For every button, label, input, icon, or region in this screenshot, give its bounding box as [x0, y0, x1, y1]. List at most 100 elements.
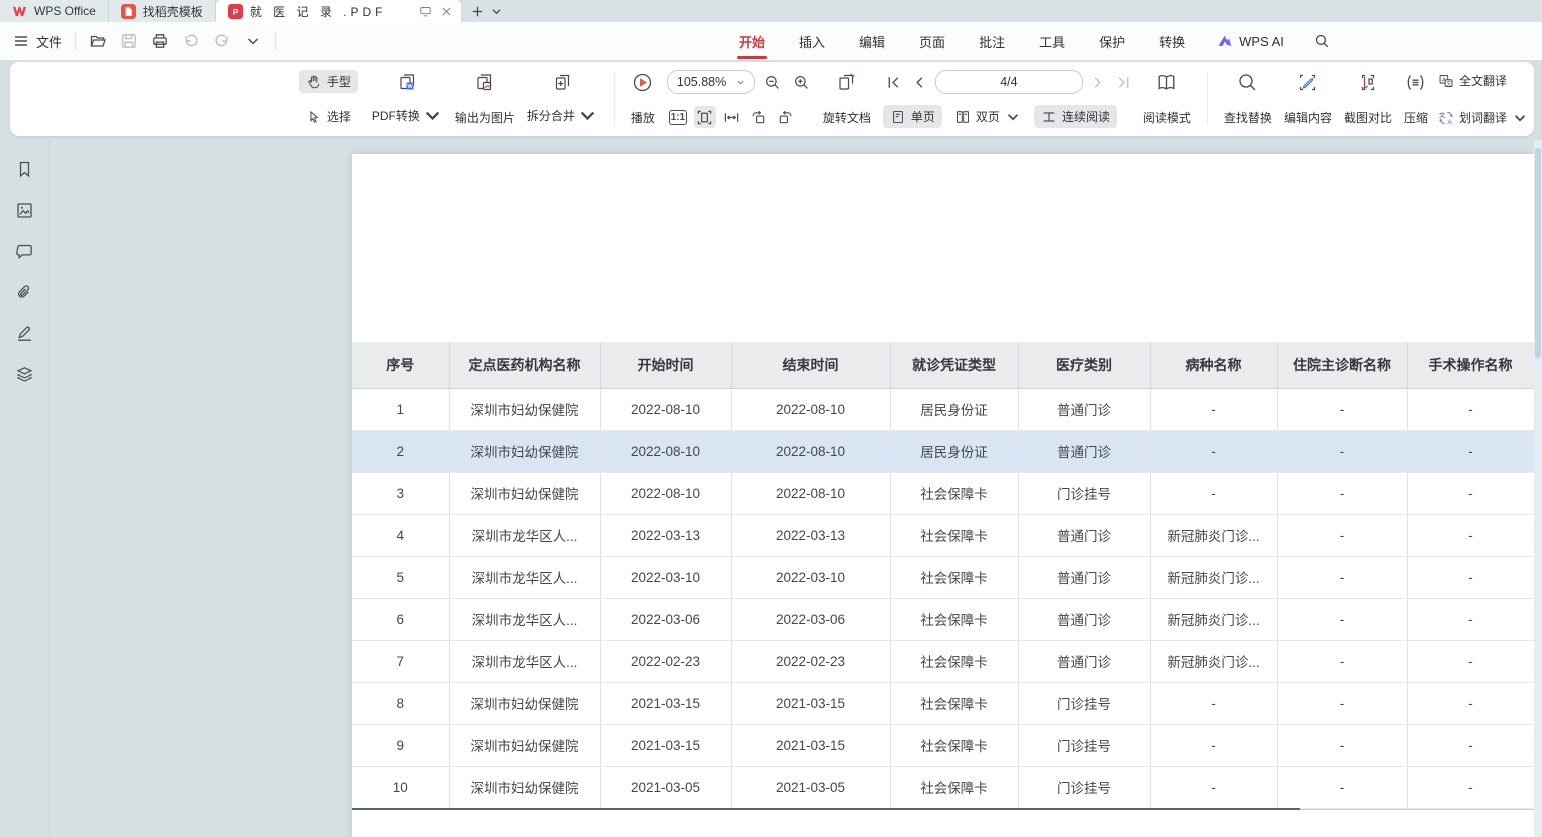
vertical-scrollbar[interactable]: [1534, 140, 1542, 837]
attachment-icon[interactable]: [15, 283, 34, 302]
select-tool-button[interactable]: 选择: [299, 105, 358, 128]
table-cell: 9: [352, 724, 449, 766]
table-bottom-border-light: [1300, 809, 1534, 810]
search-icon[interactable]: [1314, 33, 1330, 49]
hand-tool-button[interactable]: 手型: [299, 70, 358, 93]
menu-item-page[interactable]: 页面: [917, 22, 947, 60]
table-row[interactable]: 4深圳市龙华区人...2022-03-132022-03-13社会保障卡普通门诊…: [352, 514, 1534, 556]
next-page-button[interactable]: [1087, 71, 1109, 93]
table-cell: 2021-03-15: [600, 682, 731, 724]
tab-document-pdf[interactable]: P 就 医 记 录 .PDF: [216, 0, 462, 22]
table-row[interactable]: 10深圳市妇幼保健院2021-03-052021-03-05社会保障卡门诊挂号-…: [352, 766, 1534, 808]
new-tab-button[interactable]: [461, 0, 513, 22]
table-row[interactable]: 1深圳市妇幼保健院2022-08-102022-08-10居民身份证普通门诊--…: [352, 388, 1534, 430]
single-page-button[interactable]: 单页: [883, 105, 942, 128]
table-row[interactable]: 6深圳市龙华区人...2022-03-062022-03-06社会保障卡普通门诊…: [352, 598, 1534, 640]
chevron-down-icon: [422, 105, 443, 126]
screenshot-compare-button[interactable]: 截图对比: [1338, 70, 1398, 128]
open-file-icon[interactable]: [89, 32, 107, 50]
bookmark-icon[interactable]: [15, 160, 34, 179]
menu-item-tools[interactable]: 工具: [1037, 22, 1067, 60]
table-cell: -: [1407, 682, 1534, 724]
pdf-page[interactable]: 序号 定点医药机构名称 开始时间 结束时间 就诊凭证类型 医疗类别 病种名称 住…: [352, 154, 1534, 837]
wps-ai-button[interactable]: WPS AI: [1217, 33, 1284, 49]
menu-item-annotate[interactable]: 批注: [977, 22, 1007, 60]
zoom-in-button[interactable]: [791, 71, 813, 93]
compress-label: 压缩: [1404, 109, 1428, 126]
table-cell: 普通门诊: [1018, 514, 1150, 556]
fit-page-icon: [696, 109, 713, 126]
chevron-down-icon[interactable]: [490, 5, 503, 18]
table-bottom-border: [352, 808, 1300, 810]
fit-width-button[interactable]: [721, 106, 743, 128]
table-row[interactable]: 2深圳市妇幼保健院2022-08-102022-08-10居民身份证普通门诊--…: [352, 430, 1534, 472]
table-row[interactable]: 3深圳市妇幼保健院2022-08-102022-08-10社会保障卡门诊挂号--…: [352, 472, 1534, 514]
layers-icon[interactable]: [15, 365, 34, 384]
undo-icon[interactable]: [182, 32, 200, 50]
zoom-out-button[interactable]: [762, 71, 784, 93]
zoom-out-icon: [764, 74, 781, 91]
redo-icon[interactable]: [213, 32, 231, 50]
fit-page-button[interactable]: [694, 106, 716, 128]
menu-item-edit[interactable]: 编辑: [857, 22, 887, 60]
continuous-reading-button[interactable]: 连续阅读: [1034, 105, 1117, 128]
first-page-button[interactable]: [883, 71, 905, 93]
table-cell: 深圳市妇幼保健院: [449, 388, 600, 430]
full-text-translate-button[interactable]: A文 全文翻译: [1438, 72, 1528, 89]
split-merge-label: 拆分合并: [527, 107, 575, 124]
menu-item-convert[interactable]: 转换: [1157, 22, 1187, 60]
signature-icon[interactable]: [15, 324, 34, 343]
reading-mode-label: 阅读模式: [1143, 109, 1191, 126]
table-row[interactable]: 7深圳市龙华区人...2022-02-232022-02-23社会保障卡普通门诊…: [352, 640, 1534, 682]
export-as-image-button[interactable]: 输出为图片: [449, 70, 521, 128]
double-page-button[interactable]: 双页: [948, 105, 1028, 128]
zoom-level-value: 105.88%: [677, 75, 726, 89]
medical-records-table: 序号 定点医药机构名称 开始时间 结束时间 就诊凭证类型 医疗类别 病种名称 住…: [352, 342, 1535, 809]
chevron-down-icon[interactable]: [244, 32, 262, 50]
rotate-left-button[interactable]: [748, 106, 770, 128]
table-row[interactable]: 5深圳市龙华区人...2022-03-102022-03-10社会保障卡普通门诊…: [352, 556, 1534, 598]
actual-size-button[interactable]: 1:1: [667, 106, 689, 128]
play-button[interactable]: 播放: [625, 70, 661, 128]
monitor-icon[interactable]: [419, 5, 432, 18]
comment-icon[interactable]: [15, 242, 34, 261]
tab-label: 找稻壳模板: [143, 3, 203, 20]
edit-content-button[interactable]: 编辑内容: [1278, 70, 1338, 128]
find-replace-button[interactable]: 查找替换: [1218, 70, 1278, 128]
wps-logo-icon: [12, 4, 27, 19]
table-row[interactable]: 8深圳市妇幼保健院2021-03-152021-03-15社会保障卡门诊挂号--…: [352, 682, 1534, 724]
menu-item-insert[interactable]: 插入: [797, 22, 827, 60]
scrollbar-thumb[interactable]: [1535, 148, 1541, 358]
print-icon[interactable]: [151, 32, 169, 50]
table-cell: -: [1277, 388, 1407, 430]
file-menu-button[interactable]: 文件: [12, 32, 62, 51]
rotate-document-button[interactable]: 旋转文档: [817, 70, 877, 128]
previous-page-button[interactable]: [909, 71, 931, 93]
save-icon[interactable]: [120, 32, 138, 50]
word-translate-label: 划词翻译: [1459, 109, 1507, 126]
last-page-button[interactable]: [1113, 71, 1135, 93]
table-row[interactable]: 9深圳市妇幼保健院2021-03-152021-03-15社会保障卡门诊挂号--…: [352, 724, 1534, 766]
page-indicator-input[interactable]: 4/4: [935, 70, 1083, 94]
zoom-level-select[interactable]: 105.88%: [667, 70, 755, 94]
table-cell: 2022-08-10: [600, 472, 731, 514]
cursor-icon: [306, 109, 322, 125]
tab-aux-controls: [419, 5, 453, 18]
tab-docer-templates[interactable]: 找稻壳模板: [109, 0, 216, 22]
document-workspace: 序号 定点医药机构名称 开始时间 结束时间 就诊凭证类型 医疗类别 病种名称 住…: [0, 140, 1542, 837]
table-cell: 深圳市龙华区人...: [449, 598, 600, 640]
reading-mode-button[interactable]: 阅读模式: [1137, 70, 1197, 128]
compress-button[interactable]: 压缩: [1398, 70, 1434, 128]
rotate-right-button[interactable]: [775, 106, 797, 128]
word-translate-button[interactable]: 文A 划词翻译: [1438, 109, 1528, 126]
tab-wps-office[interactable]: WPS Office: [0, 0, 109, 22]
double-page-icon: [955, 109, 971, 125]
split-merge-button[interactable]: 拆分合并: [521, 70, 604, 128]
menu-item-home[interactable]: 开始: [737, 22, 767, 60]
thumbnail-icon[interactable]: [15, 201, 34, 220]
pdf-convert-button[interactable]: W PDF转换: [366, 70, 449, 128]
export-image-label: 输出为图片: [455, 109, 515, 126]
menu-item-protect[interactable]: 保护: [1097, 22, 1127, 60]
close-icon[interactable]: [440, 5, 453, 18]
table-cell: 门诊挂号: [1018, 766, 1150, 808]
